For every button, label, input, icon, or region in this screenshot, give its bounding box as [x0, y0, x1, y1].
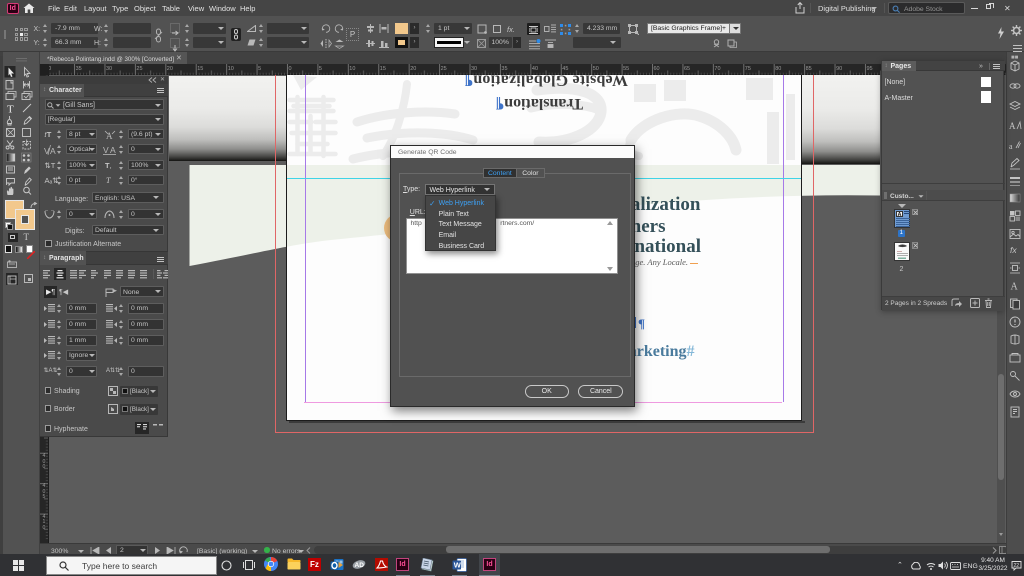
svg-text:AD: AD — [355, 562, 365, 569]
svg-text:22: 22 — [1014, 563, 1020, 569]
svg-text:a: a — [1009, 142, 1013, 151]
svg-text:A: A — [106, 131, 113, 140]
svg-text:fx: fx — [1010, 245, 1017, 255]
svg-text:T: T — [7, 104, 14, 116]
svg-text:A: A — [110, 145, 116, 155]
svg-text:W: W — [454, 560, 462, 569]
svg-text:A: A — [1009, 121, 1016, 131]
svg-text:V: V — [103, 145, 109, 155]
svg-text:A: A — [1011, 282, 1019, 293]
svg-text:A: A — [50, 146, 56, 155]
